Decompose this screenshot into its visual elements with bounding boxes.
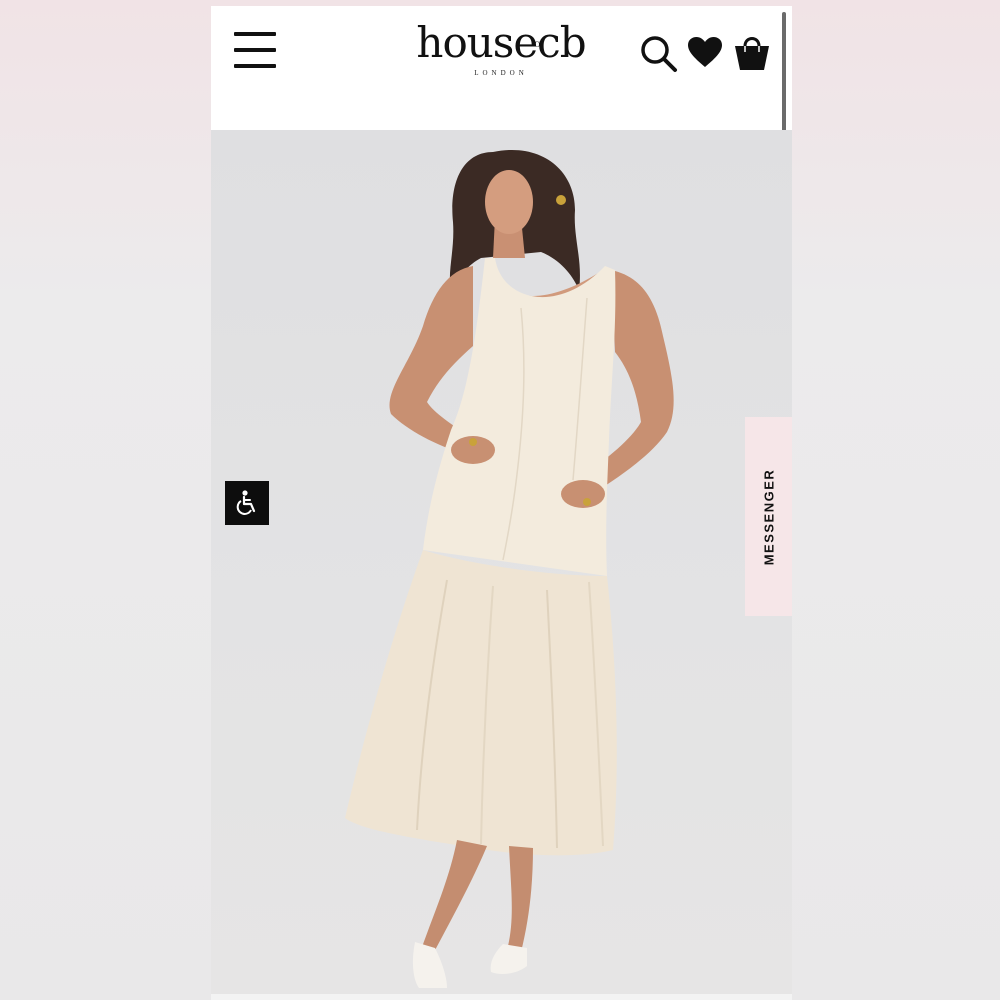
search-icon[interactable] [639,34,679,74]
site-header: housecb OF LONDON [211,6,792,212]
shopping-bag-icon[interactable] [733,32,771,72]
accessibility-button[interactable] [225,481,269,525]
heart-icon[interactable] [687,36,723,68]
product-hero-image: MESSENGER [211,130,792,1000]
hamburger-menu-icon[interactable] [234,30,276,70]
messenger-label: MESSENGER [761,468,776,565]
mobile-screen: housecb OF LONDON MESSENGER [211,6,792,1000]
bottom-edge [211,994,792,1000]
messenger-tab[interactable]: MESSENGER [745,417,792,616]
logo-of-text: OF [534,40,543,49]
model-in-dress-image [345,149,674,988]
logo-subtitle: LONDON [474,69,528,77]
logo-wordmark: housecb OF [416,18,586,67]
brand-logo[interactable]: housecb OF LONDON [401,20,601,88]
accessibility-icon [236,490,256,515]
